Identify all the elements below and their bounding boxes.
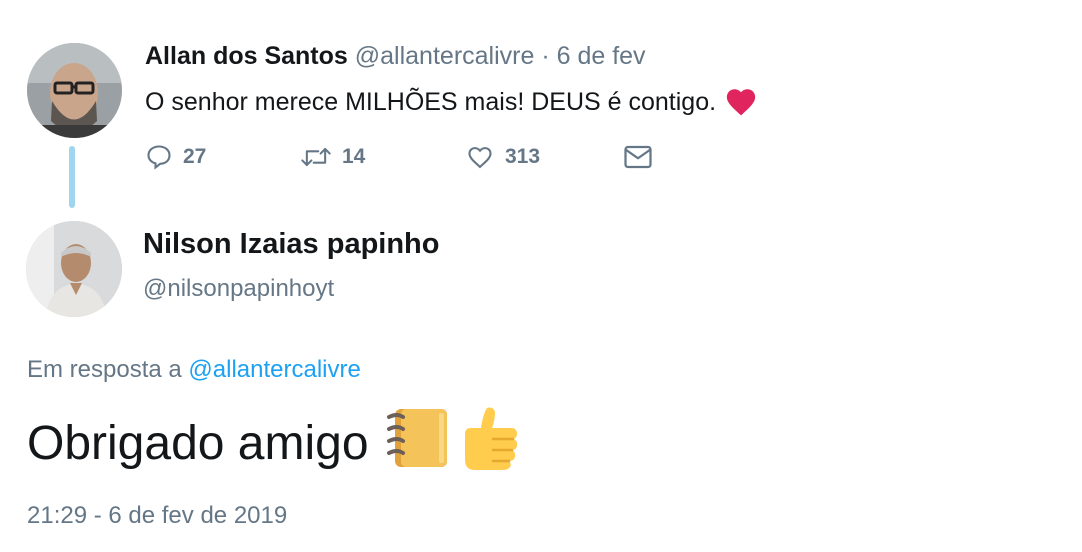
retweet-count: 14 — [342, 145, 366, 168]
envelope-icon — [623, 144, 653, 170]
tweet2-text: Obrigado amigo — [27, 416, 369, 470]
thumbs-up-icon — [457, 404, 521, 482]
tweet2-author-name[interactable]: Nilson Izaias papinho — [143, 228, 440, 261]
tweet1-text: O senhor merece MILHÕES mais! DEUS é con… — [145, 87, 717, 116]
reply-count: 27 — [183, 145, 207, 168]
tweet2-text-row: Obrigado amigo — [27, 404, 521, 482]
like-icon — [465, 143, 495, 171]
tweet1-separator: · — [534, 42, 557, 70]
reply-icon — [145, 143, 173, 171]
avatar-allan[interactable] — [27, 43, 122, 138]
reply-context: Em resposta a @allantercalivre — [27, 356, 361, 384]
tweet1-handle[interactable]: @allantercalivre — [355, 42, 535, 70]
red-heart-icon — [724, 85, 758, 119]
retweet-button[interactable]: 14 — [300, 143, 465, 171]
retweet-icon — [300, 143, 332, 171]
tweet1-text-row: O senhor merece MILHÕES mais! DEUS é con… — [145, 85, 758, 119]
tweet2-handle[interactable]: @nilsonpapinhoyt — [143, 275, 334, 303]
reply-prefix: Em resposta a — [27, 356, 182, 383]
tweet1-date[interactable]: 6 de fev — [557, 42, 646, 70]
like-button[interactable]: 313 — [465, 143, 623, 171]
tweet1-author-name[interactable]: Allan dos Santos — [145, 42, 348, 70]
notebook-icon — [383, 405, 453, 481]
direct-message-button[interactable] — [623, 144, 653, 170]
tweet1-header: Allan dos Santos @allantercalivre · 6 de… — [145, 42, 646, 71]
reply-handle-link[interactable]: @allantercalivre — [188, 356, 360, 383]
avatar-nilson[interactable] — [26, 221, 122, 317]
avatar-photo — [26, 221, 122, 317]
thread-connector-line — [69, 146, 75, 208]
like-count: 313 — [505, 145, 541, 168]
tweet1-actions: 27 14 313 — [145, 143, 653, 171]
avatar-photo — [27, 43, 122, 138]
tweet2-timestamp[interactable]: 21:29 - 6 de fev de 2019 — [27, 502, 287, 530]
reply-button[interactable]: 27 — [145, 143, 300, 171]
